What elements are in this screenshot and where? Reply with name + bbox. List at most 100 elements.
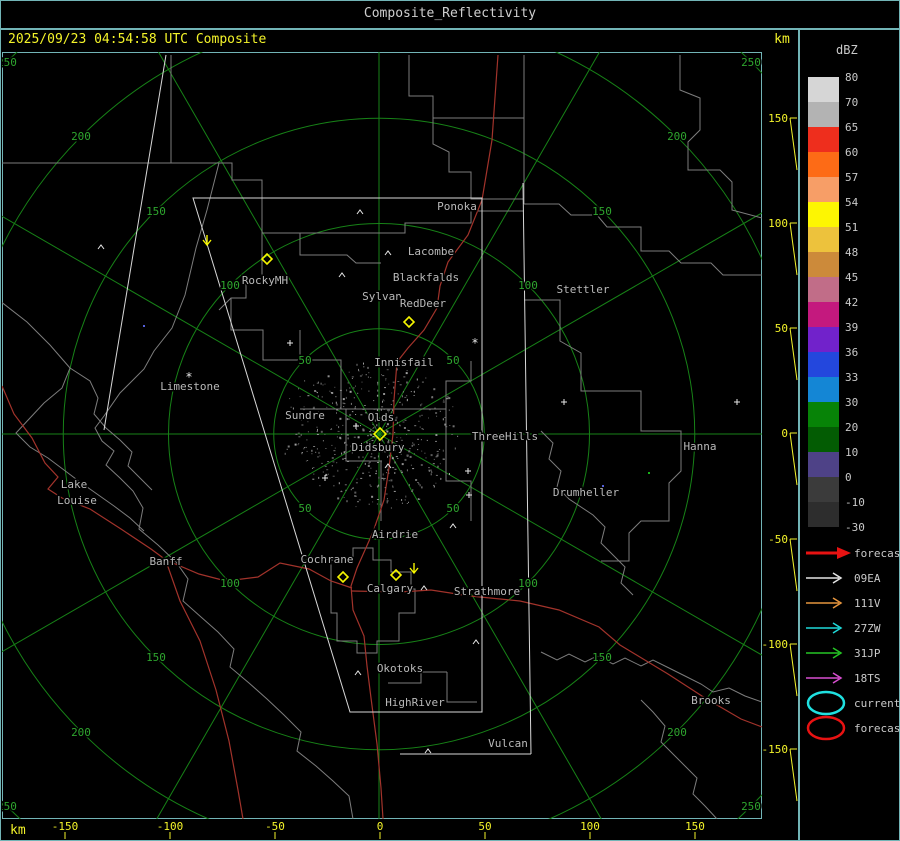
bottom-axis-label: 50 <box>478 820 491 833</box>
clutter-speckle <box>425 457 427 459</box>
clutter-speckle <box>355 414 357 415</box>
radar-map-canvas[interactable]: 50 50 50 50 100 100 100 100 150 150 150 150 200 200 20… <box>2 52 762 819</box>
clutter-speckle <box>353 387 355 389</box>
clutter-speckle <box>337 497 340 500</box>
colorbar-title: dBZ <box>836 43 858 57</box>
city-label-okotoks: Okotoks <box>377 662 423 675</box>
legend-ellipse <box>806 715 846 741</box>
storm-motion-arrow <box>202 235 212 247</box>
clutter-speckle <box>382 473 384 476</box>
ring-distance-label: 250 <box>741 800 761 813</box>
city-label-innisfail: Innisfail <box>374 356 434 369</box>
clutter-speckle <box>307 395 310 397</box>
city-label-didsbury: Didsbury <box>352 441 405 454</box>
clutter-speckle <box>330 428 333 430</box>
clutter-speckle <box>394 419 397 421</box>
clutter-speckle <box>401 403 403 406</box>
clutter-speckle <box>326 406 328 408</box>
clutter-speckle <box>410 391 412 393</box>
clutter-speckle <box>421 414 423 416</box>
right-axis-label: -150 <box>762 743 789 756</box>
clutter-speckle <box>363 409 366 410</box>
clutter-speckle <box>345 396 347 399</box>
city-label-stettler: Stettler <box>557 283 610 296</box>
dbz-scale-label: 48 <box>845 246 858 259</box>
radar-map[interactable]: 50 50 50 50 100 100 100 100 150 150 150 150 200 200 20… <box>2 52 762 819</box>
clutter-speckle <box>397 393 399 395</box>
clutter-speckle <box>396 499 398 501</box>
clutter-speckle <box>440 478 442 480</box>
clutter-speckle <box>357 501 359 503</box>
clutter-speckle <box>372 501 374 503</box>
clutter-speckle <box>425 377 427 379</box>
city-label-ponoka: Ponoka <box>437 200 477 213</box>
ring-distance-label: 50 <box>298 502 311 515</box>
clutter-speckle <box>418 420 420 422</box>
clutter-speckle <box>337 430 340 432</box>
clutter-speckle <box>417 438 419 440</box>
clutter-speckle <box>381 477 384 479</box>
clutter-speckle <box>400 470 403 472</box>
dbz-scale-label: 39 <box>845 321 858 334</box>
clutter-speckle <box>386 472 387 474</box>
clutter-speckle <box>437 465 439 468</box>
clutter-speckle <box>368 503 370 505</box>
radial-line <box>157 52 380 435</box>
clutter-speckle <box>442 401 445 403</box>
clutter-speckle <box>445 426 448 428</box>
clutter-speckle <box>367 376 369 378</box>
clutter-speckle <box>388 480 390 482</box>
ring-distance-label: 100 <box>518 279 538 292</box>
clutter-speckle <box>396 436 398 438</box>
clutter-speckle <box>375 473 377 475</box>
clutter-speckle <box>349 390 352 393</box>
clutter-speckle <box>406 434 408 435</box>
clutter-speckle <box>451 434 454 435</box>
clutter-speckle <box>316 433 319 435</box>
clutter-speckle <box>347 437 349 440</box>
dbz-color-block <box>808 377 839 402</box>
timestamp: 2025/09/23 04:54:58 UTC Composite <box>8 32 267 47</box>
clutter-speckle <box>431 396 433 398</box>
clutter-speckle <box>316 382 318 384</box>
clutter-speckle <box>379 503 381 505</box>
clutter-speckle <box>317 428 318 431</box>
caret-marker <box>384 250 392 256</box>
clutter-speckle <box>290 406 292 408</box>
dbz-color-block <box>808 427 839 452</box>
clutter-speckle <box>433 388 436 391</box>
clutter-speckle <box>384 487 386 489</box>
clutter-speckle <box>419 484 421 486</box>
clutter-speckle <box>406 469 408 472</box>
clutter-speckle <box>392 467 395 469</box>
clutter-speckle <box>358 499 361 501</box>
plus-marker <box>353 423 359 429</box>
clutter-speckle <box>338 482 340 485</box>
clutter-speckle <box>306 439 308 441</box>
ring-distance-label: 100 <box>220 279 240 292</box>
clutter-speckle <box>339 417 342 420</box>
legend-label: forecast <box>854 722 900 735</box>
clutter-speckle <box>334 386 336 388</box>
clutter-speckle <box>336 436 338 438</box>
dbz-color-block <box>808 127 839 152</box>
clutter-speckle <box>407 454 409 457</box>
legend-arrow-head <box>832 647 843 659</box>
clutter-speckle <box>386 500 389 502</box>
clutter-speckle <box>361 374 363 376</box>
city-label-highriver: HighRiver <box>385 696 445 709</box>
clutter-speckle <box>408 501 409 503</box>
clutter-speckle <box>333 485 335 487</box>
clutter-speckle <box>325 473 328 476</box>
legend-label: 18TS <box>854 672 881 685</box>
clutter-speckle <box>343 497 345 498</box>
clutter-speckle <box>435 482 437 484</box>
county-boundary <box>2 55 219 164</box>
clutter-speckle <box>392 381 395 383</box>
city-label-sundre: Sundre <box>285 409 325 422</box>
clutter-speckle <box>298 443 300 445</box>
clutter-speckle <box>431 471 433 473</box>
clutter-speckle <box>397 381 400 382</box>
dbz-color-block <box>808 502 839 527</box>
city-label-olds: Olds <box>368 411 395 424</box>
